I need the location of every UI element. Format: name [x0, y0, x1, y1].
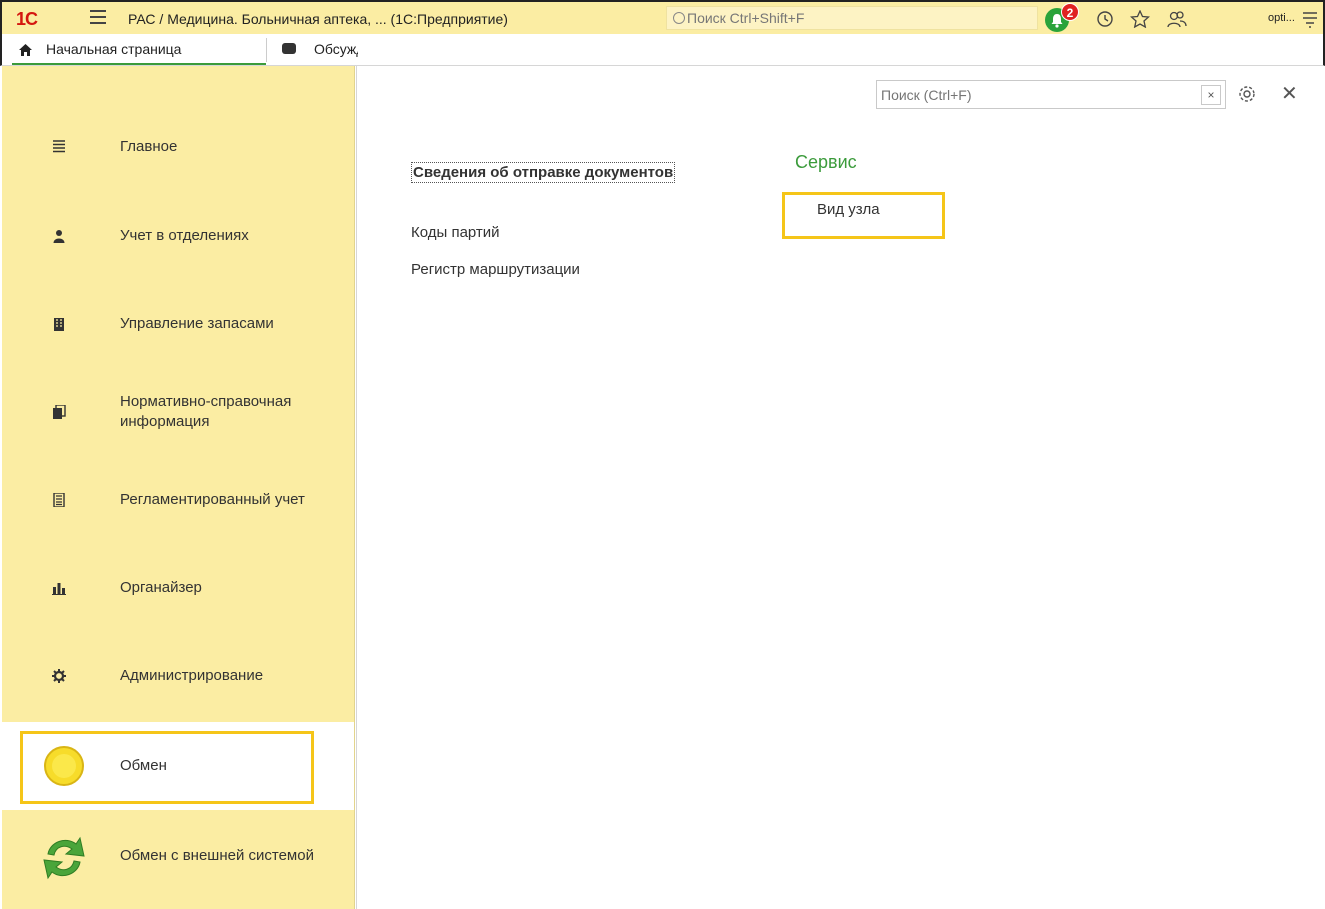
gear-icon	[52, 669, 66, 683]
ledger-icon	[53, 493, 65, 507]
search-icon	[673, 12, 685, 24]
link-routing-register[interactable]: Регистр маршрутизации	[411, 261, 580, 278]
favorites-star-icon[interactable]	[1129, 9, 1151, 33]
sidebar-item-administration[interactable]: Администрирование	[2, 632, 354, 720]
discussion-icon	[282, 43, 296, 54]
tabs-bar: Начальная страница Обсуждения	[0, 34, 1325, 66]
tab-discussions-label: Обсуждения	[314, 41, 358, 57]
person-icon	[53, 230, 65, 243]
sidebar-item-inventory[interactable]: Управление запасами	[2, 280, 354, 368]
sidebar-item-label: Учет в отделениях	[120, 227, 249, 244]
sidebar-item-reference-info[interactable]: Нормативно-справочная информация	[2, 368, 354, 456]
sidebar-item-external-exchange[interactable]: Обмен с внешней системой	[2, 812, 354, 900]
building-icon	[54, 318, 64, 331]
close-icon[interactable]: ✕	[1281, 84, 1298, 104]
sidebar-item-regulated-accounting[interactable]: Регламентированный учет	[2, 456, 354, 544]
link-documents-sending[interactable]: Сведения об отправке документов	[411, 162, 676, 183]
menu-lines-icon	[53, 140, 65, 153]
sidebar-item-department-accounting[interactable]: Учет в отделениях	[2, 192, 354, 280]
link-batch-codes[interactable]: Коды партий	[411, 224, 500, 241]
sidebar-item-label: Регламентированный учет	[120, 491, 305, 508]
sidebar-item-label: Обмен с внешней системой	[120, 847, 314, 864]
sync-arrows-icon	[43, 836, 85, 880]
main-menu-icon[interactable]	[90, 10, 106, 24]
history-icon[interactable]	[1096, 10, 1114, 33]
panel-settings-gear-icon[interactable]	[1237, 84, 1257, 104]
section-content-panel: × ✕ Сведения об отправке документов Коды…	[356, 66, 1325, 909]
highlight-frame	[20, 731, 314, 804]
home-icon	[19, 44, 32, 56]
settings-menu-icon[interactable]	[1302, 10, 1318, 33]
tab-separator	[266, 38, 267, 62]
1c-logo[interactable]: 1С	[16, 9, 38, 30]
sidebar-item-label: Органайзер	[120, 579, 202, 596]
sidebar-item-label: Управление запасами	[120, 315, 274, 332]
sidebar-item-label: Администрирование	[120, 667, 264, 684]
sections-panel: Главное Учет в отделениях Управление зап…	[2, 66, 355, 909]
app-title: РАС / Медицина. Больничная аптека, ... (…	[128, 11, 508, 27]
commands-column: Сведения об отправке документов	[411, 162, 676, 183]
tab-discussions[interactable]: Обсуждения	[278, 34, 358, 65]
documents-icon	[53, 405, 66, 419]
clear-search-button[interactable]: ×	[1201, 85, 1221, 105]
panel-search-field[interactable]: ×	[876, 80, 1226, 109]
tab-home[interactable]: Начальная страница	[12, 34, 266, 65]
service-group-title: Сервис	[795, 152, 857, 172]
notification-count-badge: 2	[1061, 3, 1079, 21]
sidebar-item-label: Главное	[120, 138, 178, 155]
sidebar-item-label: Нормативно-справочная информация	[120, 393, 292, 430]
link-node-type[interactable]: Вид узла	[817, 201, 880, 218]
panel-search-input[interactable]	[877, 81, 1195, 108]
sidebar-item-main[interactable]: Главное	[2, 102, 354, 190]
users-icon[interactable]	[1166, 10, 1188, 33]
bar-chart-icon	[52, 583, 66, 595]
title-bar: 1С РАС / Медицина. Больничная аптека, ..…	[0, 0, 1325, 34]
tab-home-label: Начальная страница	[46, 41, 182, 57]
current-user-name[interactable]: opti...	[1268, 12, 1295, 24]
global-search-input[interactable]: Поиск Ctrl+Shift+F	[666, 6, 1038, 30]
sidebar-item-organizer[interactable]: Органайзер	[2, 544, 354, 632]
